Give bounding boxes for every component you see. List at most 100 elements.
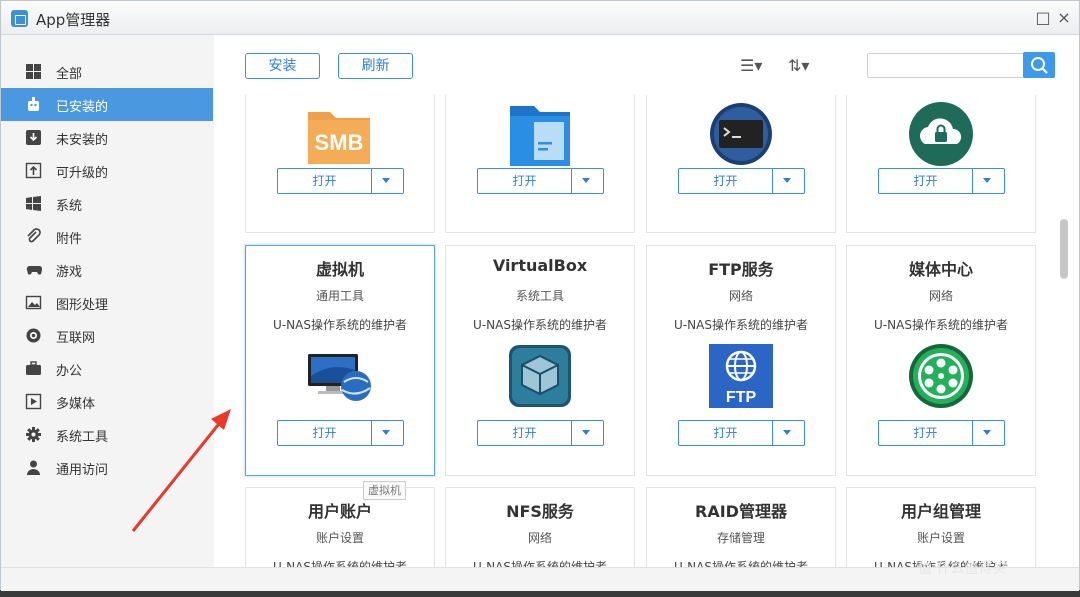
dropdown-caret-icon[interactable] bbox=[382, 178, 390, 183]
open-split-button[interactable]: 打开 bbox=[277, 168, 404, 194]
app-card-media-center[interactable]: 媒体中心 网络 U-NAS操作系统的维护者 打开 bbox=[846, 245, 1036, 476]
gamepad-icon bbox=[26, 265, 42, 275]
app-list-panel: SMB 打开 打开 打开 打开 虚拟机 通用工具 U-NAS操作系统的维护者 打… bbox=[214, 35, 1079, 567]
refresh-button[interactable]: 刷新 bbox=[338, 53, 413, 79]
open-split-button[interactable]: 打开 bbox=[678, 168, 805, 194]
sidebar-item-accessories[interactable]: 附件 bbox=[1, 220, 213, 253]
sidebar-item-label: 附件 bbox=[56, 232, 83, 247]
download-box-icon bbox=[26, 130, 41, 145]
maximize-icon[interactable]: □ bbox=[1033, 8, 1053, 28]
app-name: 用户组管理 bbox=[900, 502, 981, 521]
sidebar-item-label: 多媒体 bbox=[56, 397, 96, 412]
sidebar-item-internet[interactable]: 互联网 bbox=[1, 319, 213, 352]
open-button[interactable]: 打开 bbox=[879, 169, 973, 193]
sidebar-item-label: 已安装的 bbox=[56, 100, 109, 115]
install-button[interactable]: 安装 bbox=[245, 53, 320, 79]
dropdown-caret-icon[interactable] bbox=[382, 430, 390, 435]
image-icon bbox=[25, 295, 42, 310]
windows-icon bbox=[26, 196, 41, 211]
open-split-button[interactable]: 打开 bbox=[678, 420, 805, 446]
open-button[interactable]: 打开 bbox=[278, 169, 372, 193]
scrollbar-thumb[interactable] bbox=[1060, 219, 1068, 279]
open-button[interactable]: 打开 bbox=[478, 169, 572, 193]
ftp-icon: FTP bbox=[709, 344, 773, 408]
sidebar-item-label: 办公 bbox=[56, 364, 83, 379]
sidebar-item-office[interactable]: 办公 bbox=[1, 352, 213, 385]
title-bar: App管理器 □ × bbox=[1, 1, 1079, 35]
sidebar-item-system-tools[interactable]: 系统工具 bbox=[1, 418, 213, 451]
media-center-icon bbox=[909, 344, 973, 408]
list-view-icon[interactable]: ☰▾ bbox=[740, 56, 762, 75]
app-description: U-NAS操作系统的维护者 bbox=[674, 318, 808, 332]
sidebar-item-label: 互联网 bbox=[56, 331, 96, 346]
search-input[interactable] bbox=[867, 53, 1025, 78]
open-button[interactable]: 打开 bbox=[278, 421, 372, 445]
tooltip: 虚拟机 bbox=[363, 481, 406, 500]
paperclip-icon bbox=[27, 228, 41, 243]
sidebar-item-games[interactable]: 游戏 bbox=[1, 253, 213, 286]
sidebar-item-all[interactable]: 全部 bbox=[1, 55, 213, 88]
dropdown-caret-icon[interactable] bbox=[783, 178, 791, 183]
open-split-button[interactable]: 打开 bbox=[277, 420, 404, 446]
sidebar-item-system[interactable]: 系统 bbox=[1, 187, 213, 220]
sidebar-item-upgradable[interactable]: 可升级的 bbox=[1, 154, 213, 187]
dropdown-caret-icon[interactable] bbox=[582, 430, 590, 435]
sort-icon[interactable]: ⇅▾ bbox=[788, 56, 809, 75]
ftp-label: FTP bbox=[726, 389, 757, 406]
sidebar-item-graphics[interactable]: 图形处理 bbox=[1, 286, 213, 319]
search-button[interactable] bbox=[1023, 52, 1055, 78]
app-category: 系统工具 bbox=[515, 289, 564, 303]
app-name: VirtualBox bbox=[492, 256, 588, 275]
app-grid: SMB 打开 打开 打开 打开 虚拟机 通用工具 U-NAS操作系统的维护者 打… bbox=[214, 35, 1044, 567]
open-split-button[interactable]: 打开 bbox=[878, 168, 1005, 194]
app-card-virtualbox[interactable]: VirtualBox 系统工具 U-NAS操作系统的维护者 打开 bbox=[445, 245, 635, 476]
app-name: 虚拟机 bbox=[315, 260, 364, 279]
smb-label: SMB bbox=[315, 130, 364, 155]
open-button[interactable]: 打开 bbox=[478, 421, 572, 445]
app-category: 网络 bbox=[728, 289, 753, 303]
dropdown-caret-icon[interactable] bbox=[582, 178, 590, 183]
sidebar-item-not-installed[interactable]: 未安装的 bbox=[1, 121, 213, 154]
sidebar-item-label: 可升级的 bbox=[56, 166, 109, 181]
app-card-user-accounts[interactable]: 用户账户 账户设置 U-NAS操作系统的维护者 bbox=[245, 487, 435, 567]
sidebar-item-universal-access[interactable]: 通用访问 bbox=[1, 451, 213, 484]
app-name: FTP服务 bbox=[708, 260, 774, 279]
dropdown-caret-icon[interactable] bbox=[983, 430, 991, 435]
sidebar-item-label: 未安装的 bbox=[56, 133, 109, 148]
app-card-user-group[interactable]: 用户组管理 账户设置 U-NAS操作系统的维护者 bbox=[846, 487, 1036, 567]
open-split-button[interactable]: 打开 bbox=[477, 420, 604, 446]
app-name: RAID管理器 bbox=[695, 502, 787, 521]
dropdown-caret-icon[interactable] bbox=[783, 430, 791, 435]
cloud-lock-icon bbox=[909, 102, 973, 166]
user-icon bbox=[27, 460, 40, 475]
sidebar-item-installed[interactable]: 已安装的 bbox=[1, 88, 213, 121]
open-split-button[interactable]: 打开 bbox=[477, 168, 604, 194]
app-category: 网络 bbox=[527, 531, 552, 545]
app-description: U-NAS操作系统的维护者 bbox=[273, 560, 407, 567]
search-icon bbox=[1031, 57, 1048, 74]
sidebar-item-label: 系统工具 bbox=[56, 430, 109, 445]
sidebar-item-label: 通用访问 bbox=[56, 463, 109, 478]
file-folder-icon bbox=[510, 106, 570, 166]
toolbar: 安装 刷新 ☰▾ ⇅▾ bbox=[214, 35, 1079, 95]
close-icon[interactable]: × bbox=[1054, 8, 1074, 28]
virtual-machine-icon bbox=[308, 354, 371, 401]
app-card-virtual-machine[interactable]: 虚拟机 通用工具 U-NAS操作系统的维护者 打开 bbox=[245, 245, 435, 476]
briefcase-icon bbox=[26, 361, 41, 375]
app-name: NFS服务 bbox=[506, 502, 574, 521]
open-button[interactable]: 打开 bbox=[679, 169, 773, 193]
open-split-button[interactable]: 打开 bbox=[878, 420, 1005, 446]
app-card-raid-manager[interactable]: RAID管理器 存储管理 U-NAS操作系统的维护者 bbox=[646, 487, 836, 567]
open-button[interactable]: 打开 bbox=[679, 421, 773, 445]
sidebar-item-label: 游戏 bbox=[56, 265, 83, 280]
app-manager-window: App管理器 □ × 全部 已安装的 未安装的 可升级的 系统 附件 游戏 图形… bbox=[0, 0, 1080, 591]
app-card-ftp[interactable]: FTP服务 网络 U-NAS操作系统的维护者 FTP 打开 bbox=[646, 245, 836, 476]
open-button[interactable]: 打开 bbox=[879, 421, 973, 445]
app-card-nfs[interactable]: NFS服务 网络 U-NAS操作系统的维护者 bbox=[445, 487, 635, 567]
upgrade-box-icon bbox=[25, 162, 42, 179]
dropdown-caret-icon[interactable] bbox=[983, 178, 991, 183]
app-description: U-NAS操作系统的维护者 bbox=[273, 318, 407, 332]
app-name: 媒体中心 bbox=[908, 260, 973, 279]
app-category: 账户设置 bbox=[315, 531, 364, 545]
sidebar-item-multimedia[interactable]: 多媒体 bbox=[1, 385, 213, 418]
